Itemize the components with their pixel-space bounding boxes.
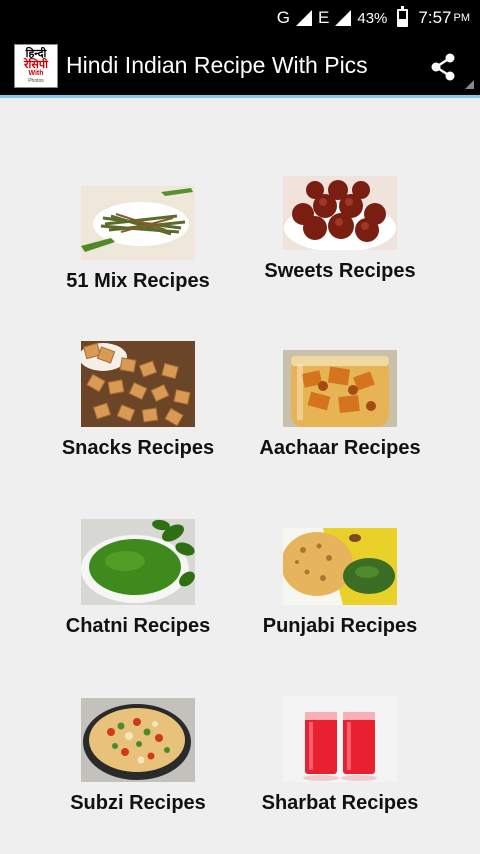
category-tile-mix[interactable]: 51 Mix Recipes (28, 186, 248, 306)
app-title: Hindi Indian Recipe With Pics (66, 52, 368, 78)
category-tile-snacks[interactable]: Snacks Recipes (28, 341, 248, 461)
category-label: Chatni Recipes (65, 615, 211, 637)
category-label: Sweets Recipes (264, 260, 416, 282)
punjabi-photo[interactable] (283, 528, 397, 605)
clock-ampm: PM (453, 12, 471, 24)
category-label: Snacks Recipes (61, 437, 215, 459)
clock-time: 7:57 (418, 8, 452, 27)
clock: 7:57 PM (418, 8, 470, 28)
category-tile-subzi[interactable]: Subzi Recipes (28, 698, 248, 818)
status-bar: G E 43% 7:57 PM (0, 0, 480, 36)
category-tile-aachaar[interactable]: Aachaar Recipes (230, 350, 450, 470)
logo-recipe-text: रेसिपी (24, 57, 48, 71)
category-label: Punjabi Recipes (262, 615, 418, 637)
category-label: Aachaar Recipes (259, 437, 421, 459)
signal-icon-2 (335, 10, 352, 26)
sweets-photo[interactable] (283, 176, 397, 250)
aachaar-photo[interactable] (283, 350, 397, 427)
logo-with-text: With (28, 69, 44, 77)
network-type-e: E (318, 8, 330, 27)
category-tile-sharbat[interactable]: Sharbat Recipes (230, 696, 450, 816)
snacks-photo[interactable] (81, 341, 195, 427)
category-tile-punjabi[interactable]: Punjabi Recipes (230, 528, 450, 648)
share-icon[interactable] (428, 52, 458, 82)
category-label: Sharbat Recipes (261, 792, 419, 814)
signal-icon (296, 10, 313, 26)
category-label: Subzi Recipes (70, 792, 206, 814)
mix-recipes-photo[interactable] (81, 186, 195, 260)
category-grid: 51 Mix Recipes Sweets Recipes Snacks Rec… (0, 98, 480, 854)
overflow-menu-indicator[interactable] (465, 80, 474, 89)
subzi-photo[interactable] (81, 698, 195, 782)
chatni-photo[interactable] (81, 519, 195, 605)
battery-icon (397, 6, 409, 27)
logo-hindi-text: हिन्दी (25, 46, 47, 60)
sharbat-photo[interactable] (283, 696, 397, 782)
category-tile-chatni[interactable]: Chatni Recipes (28, 519, 248, 639)
category-label: 51 Mix Recipes (66, 270, 210, 292)
network-type-g: G (276, 8, 291, 27)
app-bar: हिन्दी रेसिपी With Photos Hindi Indian R… (0, 36, 480, 95)
battery-percent: 43% (357, 9, 388, 27)
app-logo: हिन्दी रेसिपी With Photos (14, 43, 58, 88)
logo-photos-text: Photos (28, 77, 44, 84)
category-tile-sweets[interactable]: Sweets Recipes (230, 176, 450, 296)
